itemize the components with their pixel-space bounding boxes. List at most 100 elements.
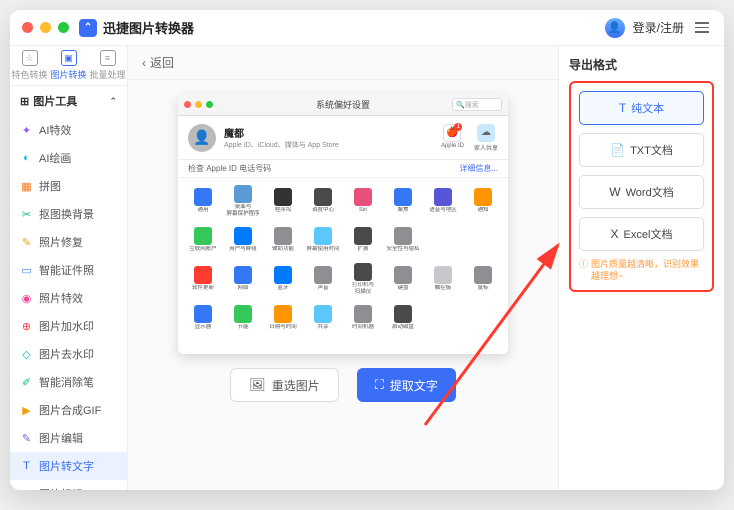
preview-grid-item: 时间机器 — [344, 299, 382, 337]
sidebar-item-11[interactable]: ✎图片编辑 — [10, 424, 127, 452]
sidebar-item-2[interactable]: ▦ 拼图 — [10, 172, 127, 200]
preview-grid-item: 日期与时间 — [264, 299, 302, 337]
preview-grid: 通用桌面与屏幕保护程序程序坞调度中心Siri聚焦语音与地区通知互联网账户用户与群… — [178, 178, 508, 354]
reselect-button[interactable]: 🖼重选图片 — [230, 368, 339, 402]
preview-area: 系统偏好设置 🔍 搜索 👤 魔都 Apple ID、iCloud、媒体与 App… — [128, 80, 558, 490]
format-option-0[interactable]: T纯文本 — [579, 91, 704, 125]
preview-titlebar: 系统偏好设置 🔍 搜索 — [178, 94, 508, 116]
menu-item-label: 拼图 — [39, 178, 61, 194]
sidebar-item-10[interactable]: ▶ 图片合成GIF — [10, 396, 127, 424]
menu-item-label: AI特效 — [39, 122, 71, 138]
format-icon: 📄 — [610, 143, 625, 157]
chevron-left-icon: ‹ — [142, 56, 146, 70]
preview-grid-item: 通知 — [464, 182, 502, 220]
menu-item-label: 图片转文字 — [39, 458, 94, 474]
tab-batch[interactable]: ≡批量处理 — [88, 46, 127, 85]
sidebar-item-6[interactable]: ◉照片特效 — [10, 284, 127, 312]
action-row: 🖼重选图片 ⛶提取文字 — [230, 368, 456, 402]
preview-grid-item: 互联网账户 — [184, 221, 222, 259]
sidebar-tabs: ☆特色转换 ▣图片转换 ≡批量处理 — [10, 46, 127, 86]
section-header[interactable]: ⊞图片工具 ⌃ — [10, 86, 127, 116]
app-title: 迅捷图片转换器 — [103, 18, 194, 37]
sidebar-item-12[interactable]: T 图片转文字 — [10, 452, 127, 480]
back-button[interactable]: ‹ 返回 — [128, 46, 558, 80]
preview-grid-item: Siri — [344, 182, 382, 220]
menu-item-label: 智能证件照 — [39, 262, 94, 278]
apple-id-icon: 🍎1 — [443, 124, 461, 142]
format-option-1[interactable]: 📄TXT文档 — [579, 133, 704, 167]
sidebar-item-3[interactable]: ✂抠图换背景 — [10, 200, 127, 228]
window-controls — [22, 22, 69, 33]
preview-grid-item: 显示器 — [184, 299, 222, 337]
menu-item-label: 图片编辑 — [39, 430, 83, 446]
preview-grid-item: 调度中心 — [304, 182, 342, 220]
extract-button[interactable]: ⛶提取文字 — [357, 368, 456, 402]
scan-icon: ⛶ — [375, 377, 384, 393]
preview-grid-item: 键盘 — [384, 260, 422, 298]
minimize-icon[interactable] — [40, 22, 51, 33]
tab-convert[interactable]: ▣图片转换 — [49, 46, 88, 85]
app-logo-icon: ⌃ — [79, 19, 97, 37]
sidebar-item-5[interactable]: ▭ 智能证件照 — [10, 256, 127, 284]
sidebar-menu: ✦ AI特效 ◐ AI绘画 ▦ 拼图 ✂抠图换背景✎照片修复 ▭ 智能证件照 ◉照片特效⊕图片加水… — [10, 116, 127, 490]
preview-grid-item: 程序坞 — [264, 182, 302, 220]
preview-grid-item: 用户与群组 — [224, 221, 262, 259]
preview-grid-item: 鼠标 — [464, 260, 502, 298]
menu-item-icon: ▭ — [20, 264, 33, 277]
menu-item-icon: ✦ — [20, 124, 33, 137]
right-panel: 导出格式 T纯文本📄TXT文档WWord文档XExcel文档 ⓘ图片质量越清晰，… — [558, 46, 724, 490]
close-icon[interactable] — [22, 22, 33, 33]
preview-grid-item: 通用 — [184, 182, 222, 220]
sidebar-item-0[interactable]: ✦ AI特效 — [10, 116, 127, 144]
sidebar-item-1[interactable]: ◐ AI绘画 — [10, 144, 127, 172]
menu-icon[interactable] — [692, 22, 712, 33]
menu-item-label: 图片标记 — [39, 486, 83, 490]
hint-text: ⓘ图片质量越清晰，识别效果越理想~ — [579, 259, 704, 282]
preview-grid-item: 辅助功能 — [264, 221, 302, 259]
star-icon: ☆ — [22, 50, 38, 66]
menu-item-icon: ◐ — [20, 152, 33, 165]
sidebar: ☆特色转换 ▣图片转换 ≡批量处理 ⊞图片工具 ⌃ ✦ AI特效 ◐ AI绘画 ▦ 拼图 ✂… — [10, 46, 128, 490]
menu-item-icon: T — [20, 460, 33, 473]
sidebar-item-13[interactable]: ◧ 图片标记 — [10, 480, 127, 490]
family-icon: ☁ — [477, 124, 495, 142]
user-silhouette-icon: 👤 — [188, 124, 216, 152]
main-area: ‹ 返回 系统偏好设置 🔍 搜索 👤 魔都 Apple ID、iCloud、媒体… — [128, 46, 558, 490]
preview-grid-item — [424, 221, 462, 259]
preview-image: 系统偏好设置 🔍 搜索 👤 魔都 Apple ID、iCloud、媒体与 App… — [178, 94, 508, 354]
sidebar-item-9[interactable]: ✐ 智能消除笔 — [10, 368, 127, 396]
menu-item-icon: ◧ — [20, 488, 33, 491]
preview-grid-item: 打印机与扫描仪 — [344, 260, 382, 298]
menu-item-icon: ✐ — [20, 376, 33, 389]
preview-search: 🔍 搜索 — [452, 98, 502, 111]
menu-item-label: AI绘画 — [39, 150, 71, 166]
sidebar-item-4[interactable]: ✎照片修复 — [10, 228, 127, 256]
preview-grid-item: 声音 — [304, 260, 342, 298]
user-avatar-icon[interactable]: 👤 — [605, 18, 625, 38]
format-icon: W — [609, 185, 620, 199]
format-option-2[interactable]: WWord文档 — [579, 175, 704, 209]
preview-grid-item — [424, 299, 462, 337]
sidebar-item-8[interactable]: ◇ 图片去水印 — [10, 340, 127, 368]
menu-item-icon: ◇ — [20, 348, 33, 361]
menu-item-label: 图片去水印 — [39, 346, 94, 362]
preview-grid-item: 语音与地区 — [424, 182, 462, 220]
format-icon: T — [619, 101, 626, 115]
menu-item-label: 图片合成GIF — [39, 402, 101, 418]
menu-item-label: 抠图换背景 — [39, 206, 94, 222]
menu-item-icon: ▶ — [20, 404, 33, 417]
preview-grid-item: 聚焦 — [384, 182, 422, 220]
sidebar-item-7[interactable]: ⊕图片加水印 — [10, 312, 127, 340]
menu-item-label: 智能消除笔 — [39, 374, 94, 390]
menu-item-label: 照片特效 — [39, 290, 83, 306]
tab-special[interactable]: ☆特色转换 — [10, 46, 49, 85]
menu-item-label: 图片加水印 — [39, 318, 94, 334]
preview-grid-item: 桌面与屏幕保护程序 — [224, 182, 262, 220]
format-option-3[interactable]: XExcel文档 — [579, 217, 704, 251]
titlebar: ⌃ 迅捷图片转换器 👤 登录/注册 — [10, 10, 724, 46]
menu-item-icon: ▦ — [20, 180, 33, 193]
maximize-icon[interactable] — [58, 22, 69, 33]
image-swap-icon: 🖼 — [249, 377, 266, 393]
login-link[interactable]: 登录/注册 — [633, 19, 684, 36]
format-icon: X — [611, 227, 619, 241]
